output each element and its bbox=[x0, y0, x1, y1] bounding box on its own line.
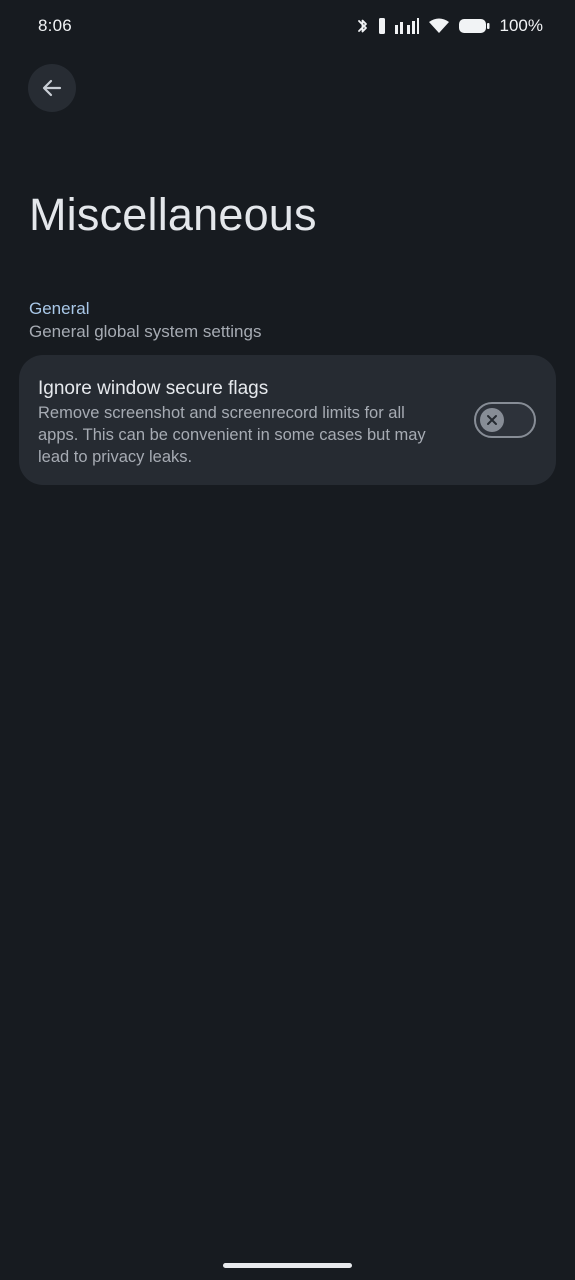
status-time: 8:06 bbox=[38, 16, 72, 35]
status-bar: 8:06 100% bbox=[0, 0, 575, 52]
setting-description: Remove screenshot and screenrecord limit… bbox=[38, 404, 426, 466]
page-title: Miscellaneous bbox=[29, 189, 317, 240]
back-button[interactable] bbox=[28, 64, 76, 112]
setting-ignore-secure-flags[interactable]: Ignore window secure flags Remove screen… bbox=[19, 355, 556, 485]
battery-icon bbox=[458, 17, 490, 35]
vibrate-icon bbox=[378, 17, 386, 35]
signal-icon bbox=[394, 17, 420, 35]
status-icons: 100% bbox=[356, 14, 543, 38]
wifi-icon bbox=[428, 17, 450, 35]
section-subtitle: General global system settings bbox=[29, 322, 262, 341]
bluetooth-icon bbox=[356, 17, 370, 35]
arrow-left-icon bbox=[41, 77, 63, 99]
battery-percent: 100% bbox=[499, 16, 543, 35]
gesture-nav-handle[interactable] bbox=[223, 1263, 352, 1268]
setting-title: Ignore window secure flags bbox=[38, 378, 269, 399]
toggle-thumb bbox=[480, 408, 504, 432]
close-icon bbox=[486, 414, 498, 426]
ignore-secure-flags-toggle[interactable] bbox=[474, 402, 536, 438]
section-title: General bbox=[29, 299, 90, 318]
